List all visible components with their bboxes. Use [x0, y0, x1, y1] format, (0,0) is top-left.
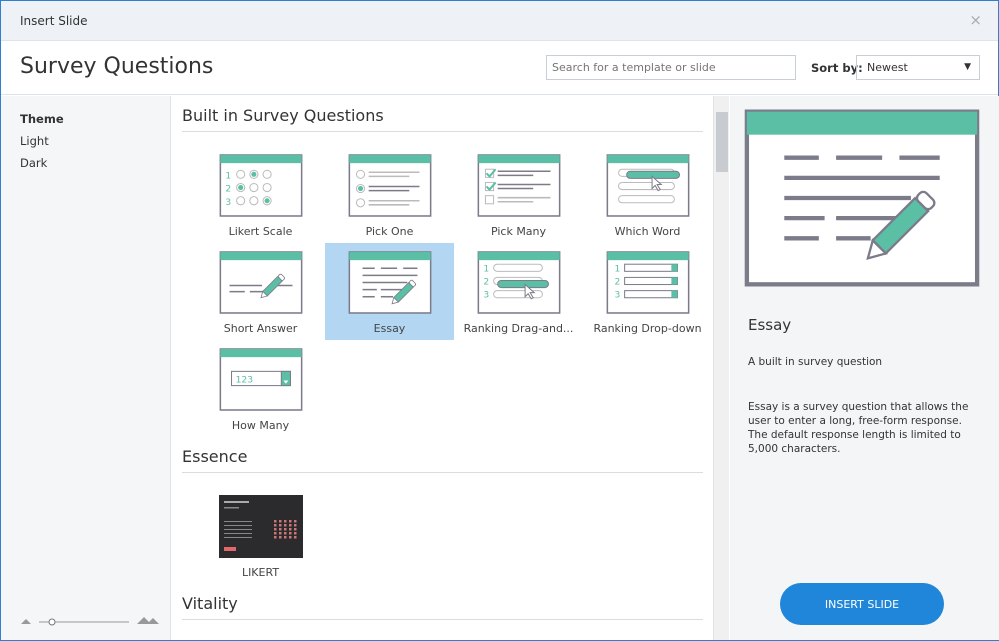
insert-slide-button[interactable]: INSERT SLIDE	[780, 583, 944, 625]
pickmany-thumbnail-icon	[477, 154, 560, 217]
template-tile-short[interactable]: Short Answer	[196, 243, 325, 340]
svg-text:3: 3	[225, 198, 231, 208]
sidebar-item-light[interactable]: Light	[1, 130, 170, 152]
template-label: Short Answer	[223, 322, 298, 335]
insert-slide-dialog: Insert Slide × Survey Questions Sort by:…	[0, 0, 999, 641]
search-input[interactable]	[546, 55, 796, 80]
svg-text:2: 2	[483, 278, 489, 288]
svg-text:1: 1	[483, 264, 489, 274]
section-heading: Essence	[182, 447, 703, 473]
template-tile-rankdrop[interactable]: 1 2 3 Ranking Drop-down	[583, 243, 712, 340]
svg-text:2: 2	[225, 185, 231, 195]
template-tile-rankdrag[interactable]: 1 2 3 Ranking Drag-and...	[454, 243, 583, 340]
svg-text:2: 2	[614, 278, 620, 288]
scrollbar[interactable]	[713, 96, 729, 640]
pickone-thumbnail-icon	[348, 154, 431, 217]
svg-text:1: 1	[225, 171, 231, 181]
section-heading: Built in Survey Questions	[182, 106, 703, 132]
essay-thumbnail-icon	[348, 251, 431, 314]
howmany-thumbnail-icon: 123	[219, 348, 302, 411]
preview-panel: Essay A built in survey question Essay i…	[730, 96, 999, 640]
template-label: Ranking Drag-and...	[463, 322, 574, 335]
short-thumbnail-icon	[219, 251, 302, 314]
template-tile-whichword[interactable]: Which Word	[583, 146, 712, 243]
sidebar-item-theme[interactable]: Theme	[1, 108, 170, 130]
svg-text:1: 1	[614, 264, 620, 274]
template-gallery: Built in Survey Questions 1 2 3 Likert Scale…	[172, 96, 713, 640]
rankdrop-thumbnail-icon: 1 2 3	[606, 251, 689, 314]
zoom-slider[interactable]	[19, 614, 159, 626]
preview-subtitle: A built in survey question	[748, 356, 883, 368]
template-label: Likert Scale	[228, 225, 293, 238]
template-tile-dark[interactable]: LIKERT	[196, 487, 325, 584]
header: Survey Questions Sort by: Newest ▼	[1, 41, 998, 95]
template-tile-howmany[interactable]: 123 How Many	[196, 340, 325, 437]
template-label: How Many	[231, 419, 290, 432]
template-label: Pick Many	[490, 225, 547, 238]
rankdrag-thumbnail-icon: 1 2 3	[477, 251, 560, 314]
likert-dark-thumbnail	[218, 495, 303, 558]
svg-text:123: 123	[235, 376, 253, 386]
template-tile-likert[interactable]: 1 2 3 Likert Scale	[196, 146, 325, 243]
chevron-down-icon: ▼	[964, 62, 971, 72]
template-tile-pickmany[interactable]: Pick Many	[454, 146, 583, 243]
section-heading: Vitality	[182, 594, 703, 620]
template-label: Essay	[373, 322, 406, 335]
sidebar-item-dark[interactable]: Dark	[1, 152, 170, 174]
svg-text:3: 3	[483, 291, 489, 301]
close-icon[interactable]: ×	[969, 11, 982, 29]
preview-description: Essay is a survey question that allows t…	[748, 401, 969, 455]
likert-thumbnail-icon: 1 2 3	[219, 154, 302, 217]
window-title: Insert Slide	[20, 14, 88, 28]
template-grid: 1 2 3 Likert Scale Pick One Pick Many Which Wo…	[172, 132, 713, 437]
template-tile-pickone[interactable]: Pick One	[325, 146, 454, 243]
template-tile-essay[interactable]: Essay	[325, 243, 454, 340]
scrollbar-thumb[interactable]	[716, 112, 728, 172]
template-label: Ranking Drop-down	[593, 322, 702, 335]
title-bar: Insert Slide ×	[1, 1, 998, 41]
sidebar: Theme Light Dark	[1, 96, 171, 640]
sort-value: Newest	[867, 61, 908, 74]
svg-text:3: 3	[614, 291, 620, 301]
template-label: Pick One	[365, 225, 414, 238]
sort-label: Sort by:	[811, 61, 863, 75]
template-grid: LIKERT	[172, 473, 713, 584]
page-title: Survey Questions	[20, 54, 214, 79]
template-label: Which Word	[614, 225, 681, 238]
sort-dropdown[interactable]: Newest ▼	[856, 55, 980, 80]
whichword-thumbnail-icon	[606, 154, 689, 217]
essay-preview-image	[744, 109, 980, 287]
preview-name: Essay	[748, 316, 792, 334]
template-label: LIKERT	[241, 566, 280, 579]
